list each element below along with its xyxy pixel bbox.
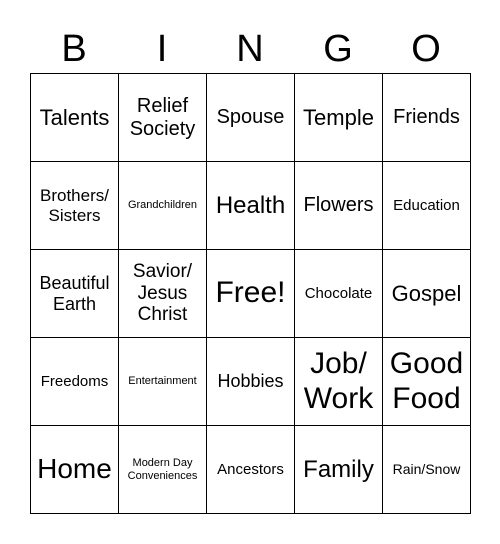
bingo-cell[interactable]: Savior/ Jesus Christ — [119, 250, 207, 338]
bingo-cell[interactable]: Free! — [207, 250, 295, 338]
header-letter-g: G — [323, 28, 353, 70]
bingo-cell[interactable]: Job/ Work — [295, 338, 383, 426]
bingo-cell[interactable]: Relief Society — [119, 74, 207, 162]
bingo-cell[interactable]: Temple — [295, 74, 383, 162]
bingo-cell[interactable]: Ancestors — [207, 426, 295, 514]
bingo-cell[interactable]: Gospel — [383, 250, 471, 338]
bingo-grid: Talents Relief Society Spouse Temple Friends… — [30, 73, 471, 514]
bingo-cell[interactable]: Spouse — [207, 74, 295, 162]
bingo-cell[interactable]: Flowers — [295, 162, 383, 250]
bingo-cell[interactable]: Chocolate — [295, 250, 383, 338]
header-letter-b: B — [61, 28, 87, 70]
bingo-cell[interactable]: Brothers/ Sisters — [31, 162, 119, 250]
bingo-cell[interactable]: Friends — [383, 74, 471, 162]
header-letter-i: I — [156, 28, 168, 70]
header-letter-n: N — [236, 28, 264, 70]
bingo-cell[interactable]: Beautiful Earth — [31, 250, 119, 338]
bingo-cell[interactable]: Rain/Snow — [383, 426, 471, 514]
bingo-cell[interactable]: Modern Day Conveniences — [119, 426, 207, 514]
bingo-header: B I N G O — [30, 24, 470, 74]
header-letter-o: O — [411, 28, 441, 70]
bingo-cell[interactable]: Talents — [31, 74, 119, 162]
bingo-cell[interactable]: Entertainment — [119, 338, 207, 426]
bingo-cell[interactable]: Grandchildren — [119, 162, 207, 250]
bingo-cell[interactable]: Health — [207, 162, 295, 250]
bingo-cell[interactable]: Education — [383, 162, 471, 250]
bingo-cell[interactable]: Family — [295, 426, 383, 514]
bingo-cell[interactable]: Good Food — [383, 338, 471, 426]
bingo-cell[interactable]: Freedoms — [31, 338, 119, 426]
bingo-cell[interactable]: Hobbies — [207, 338, 295, 426]
bingo-cell[interactable]: Home — [31, 426, 119, 514]
